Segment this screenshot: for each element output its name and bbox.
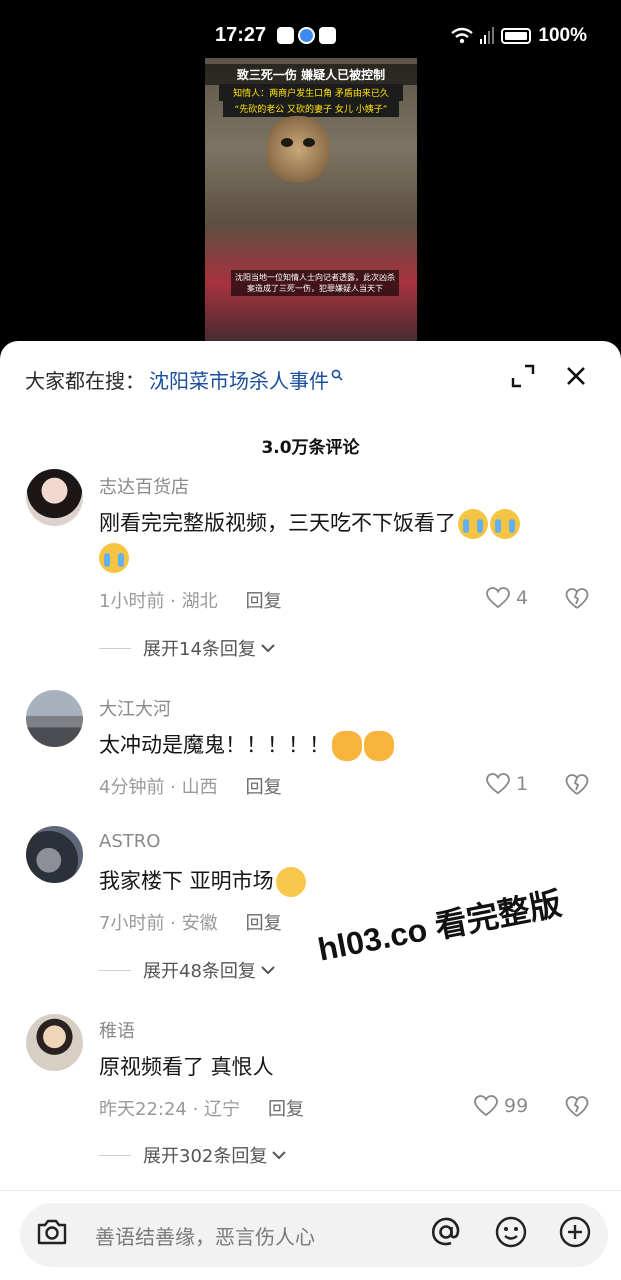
expand-replies-button[interactable]: 展开302条回复 [99,1142,287,1168]
notification-icons [277,27,336,44]
divider-line [99,1154,131,1156]
status-bar: 17:27 100% [0,0,621,58]
divider-line [99,969,131,971]
camera-icon[interactable] [34,1214,70,1250]
search-icon [331,369,343,381]
status-time: 17:27 [215,24,267,46]
comment-text-body: 原视频看了 真恨人 [99,1055,274,1079]
app-notification-icon [319,27,336,44]
avatar[interactable] [26,469,83,526]
comment-text: 太冲动是魔鬼！！！！！ [99,728,589,762]
chevron-down-icon [261,644,275,653]
trending-search[interactable]: 大家都在搜： 沈阳菜市场杀人事件 [25,365,343,394]
comment-text-body: 太冲动是魔鬼！！！！！ [99,733,330,757]
comment-meta: 7小时前 · 安徽 回复 [99,909,282,935]
close-icon[interactable] [563,363,589,389]
avatar[interactable] [26,826,83,883]
heart-icon [486,587,510,609]
avatar[interactable] [26,690,83,747]
expand-replies-label: 展开14条回复 [143,639,256,660]
dislike-icon[interactable] [565,773,589,797]
trending-search-label: 大家都在搜： [25,369,145,393]
video-caption: 沈阳当地一位知情人士向记者透露，此次凶杀案造成了三死一伤，犯罪嫌疑人当天下 [231,270,399,296]
app-notification-icon [277,27,294,44]
comment-count: 3.0万条评论 [261,438,360,458]
pleading-emoji-icon [275,867,306,897]
video-player[interactable]: 致三死一伤 嫌疑人已被控制 知情人：两商户发生口角 矛盾由来已久 “先砍的老公 … [0,58,621,358]
reply-button[interactable]: 回复 [268,1095,304,1121]
crying-emoji-icon [99,543,129,573]
expand-replies-label: 展开48条回复 [143,961,256,982]
expand-replies-button[interactable]: 展开14条回复 [99,635,276,661]
like-count: 99 [504,1095,529,1117]
battery-icon [501,28,532,44]
heart-icon [486,773,510,795]
reply-button[interactable]: 回复 [246,773,282,799]
app-notification-icon [298,27,315,44]
comment-sheet: 大家都在搜： 沈阳菜市场杀人事件 3.0万条评论 [0,341,621,1280]
crying-emoji-icon [490,509,520,539]
like-button[interactable]: 1 [486,773,528,795]
heart-icon [474,1095,498,1117]
comment-time-location: 1小时前 · 湖北 [99,591,218,612]
comment-input-placeholder[interactable]: 善语结善缘，恶言伤人心 [95,1221,315,1250]
video-subtitle: “先砍的老公 又砍的妻子 女儿 小姨子” [223,100,399,117]
comment-text: 原视频看了 真恨人 [99,1050,589,1084]
like-button[interactable]: 99 [474,1095,528,1117]
comment-time-location: 昨天22:24 · 辽宁 [99,1099,241,1120]
chevron-down-icon [272,1151,287,1160]
video-title: 致三死一伤 嫌疑人已被控制 [205,64,417,85]
video-frame[interactable]: 致三死一伤 嫌疑人已被控制 知情人：两商户发生口角 矛盾由来已久 “先砍的老公 … [205,58,417,358]
divider-line [99,647,131,649]
reply-button[interactable]: 回复 [246,587,282,613]
reply-button[interactable]: 回复 [246,909,282,935]
cat-sticker [267,116,329,182]
trending-search-link[interactable]: 沈阳菜市场杀人事件 [149,365,329,394]
comment-username[interactable]: ASTRO [99,831,160,852]
comment-username[interactable]: 稚语 [99,1017,135,1043]
expand-icon[interactable] [510,363,536,389]
thumbs-up-emoji-icon [332,731,362,761]
comment-meta: 昨天22:24 · 辽宁 回复 [99,1095,304,1121]
comment-username[interactable]: 志达百货店 [99,473,189,499]
at-icon[interactable] [428,1214,464,1250]
comment-text: 刚看完完整版视频，三天吃不下饭看了 [99,506,589,574]
avatar[interactable] [26,1014,83,1071]
like-count: 4 [516,587,529,609]
comment-meta: 4分钟前 · 山西 回复 [99,773,282,799]
dislike-icon[interactable] [565,1095,589,1119]
comment-text-body: 我家楼下 亚明市场 [99,869,274,893]
like-button[interactable]: 4 [486,587,528,609]
thumbs-up-emoji-icon [364,731,394,761]
crying-emoji-icon [458,509,488,539]
status-right: 100% [451,25,587,47]
wifi-icon [451,27,474,44]
emoji-icon[interactable] [493,1214,529,1250]
comment-text-body: 刚看完完整版视频，三天吃不下饭看了 [99,511,456,535]
add-icon[interactable] [557,1214,593,1250]
comment-meta: 1小时前 · 湖北 回复 [99,587,282,613]
comment-username[interactable]: 大江大河 [99,695,171,721]
comment-time-location: 7小时前 · 安徽 [99,913,218,934]
expand-replies-label: 展开302条回复 [143,1146,268,1167]
battery-level: 100% [538,25,587,46]
comment-time-location: 4分钟前 · 山西 [99,777,218,798]
video-subtitle: 知情人：两商户发生口角 矛盾由来已久 [219,84,403,101]
like-count: 1 [516,773,529,795]
expand-replies-button[interactable]: 展开48条回复 [99,957,276,983]
signal-icon [480,27,495,44]
chevron-down-icon [261,966,275,975]
dislike-icon[interactable] [565,587,589,611]
